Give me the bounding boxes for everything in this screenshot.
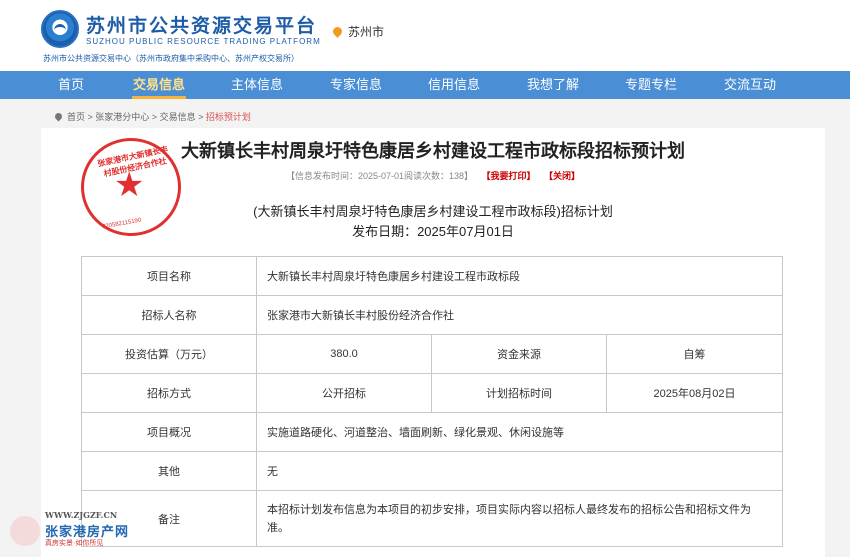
- method-value: 公开招标: [256, 373, 432, 413]
- table-row: 招标人名称 张家港市大新镇长丰村股份经济合作社: [81, 295, 783, 335]
- method-label: 招标方式: [81, 373, 257, 413]
- breadcrumb-branch[interactable]: 张家港分中心: [95, 112, 149, 122]
- plan-time-label: 计划招标时间: [431, 373, 607, 413]
- print-button[interactable]: 【我要打印】: [482, 171, 536, 181]
- nav-item-trading-info[interactable]: 交易信息: [132, 71, 186, 99]
- site-header: 苏州市公共资源交易平台 SUZHOU PUBLIC RESOURCE TRADI…: [0, 0, 850, 71]
- table-row: 其他 无: [81, 451, 783, 491]
- table-row: 项目名称 大新镇长丰村周泉圩特色康居乡村建设工程市政标段: [81, 256, 783, 296]
- nav-item-expert-info[interactable]: 专家信息: [327, 71, 385, 99]
- site-title-en: SUZHOU PUBLIC RESOURCE TRADING PLATFORM: [86, 37, 321, 46]
- investment-label: 投资估算（万元）: [81, 334, 257, 374]
- logo-icon[interactable]: [41, 10, 79, 48]
- other-label: 其他: [81, 451, 257, 491]
- close-button[interactable]: 【关闭】: [544, 171, 580, 181]
- project-name-label: 项目名称: [81, 256, 257, 296]
- watermark-url: WWW.ZJGZF.CN: [45, 510, 118, 520]
- location-label: 苏州市: [348, 25, 385, 39]
- investment-value: 380.0: [256, 334, 432, 374]
- nav-item-credit-info[interactable]: 信用信息: [425, 71, 483, 99]
- breadcrumb-home[interactable]: 首页: [67, 112, 85, 122]
- nav-item-special-topics[interactable]: 专题专栏: [622, 71, 680, 99]
- plan-time-value: 2025年08月02日: [606, 373, 783, 413]
- tenderer-value: 张家港市大新镇长丰村股份经济合作社: [256, 295, 783, 335]
- nav-item-entity-info[interactable]: 主体信息: [228, 71, 286, 99]
- plan-subtitle: (大新镇长丰村周泉圩特色康居乡村建设工程市政标段)招标计划: [253, 204, 613, 219]
- nav-item-learn-more[interactable]: 我想了解: [524, 71, 582, 99]
- star-icon: ★: [114, 166, 145, 204]
- project-name-value: 大新镇长丰村周泉圩特色康居乡村建设工程市政标段: [256, 256, 783, 296]
- site-subtitle: 苏州市公共资源交易中心（苏州市政府集中采购中心、苏州产权交易所）: [43, 54, 299, 63]
- location-pin-icon: [331, 25, 344, 38]
- breadcrumb-current[interactable]: 招标预计划: [206, 112, 251, 122]
- other-value: 无: [256, 451, 783, 491]
- overview-value: 实施道路硬化、河道整治、墙面刷新、绿化景观、休闲设施等: [256, 412, 783, 452]
- fund-source-value: 自筹: [606, 334, 783, 374]
- watermark-slogan: 真房实景·如你所见: [45, 540, 104, 547]
- breadcrumb: 首页 > 张家港分中心 > 交易信息 > 招标预计划: [53, 110, 251, 123]
- table-row: 项目概况 实施道路硬化、河道整治、墙面刷新、绿化景观、休闲设施等: [81, 412, 783, 452]
- publish-info: 【信息发布时间：2025-07-01阅读次数：138】: [285, 171, 473, 181]
- table-row: 备注 本招标计划发布信息为本项目的初步安排，项目实际内容以招标人最终发布的招标公…: [81, 490, 783, 547]
- nav-item-home[interactable]: 首页: [45, 71, 97, 99]
- plan-table: 项目名称 大新镇长丰村周泉圩特色康居乡村建设工程市政标段 招标人名称 张家港市大…: [81, 256, 783, 547]
- location-selector[interactable]: 苏州市: [331, 23, 385, 40]
- breadcrumb-trading-info[interactable]: 交易信息: [160, 112, 196, 122]
- article-container: 大新镇长丰村周泉圩特色康居乡村建设工程市政标段招标预计划 【信息发布时间：202…: [41, 128, 825, 557]
- overview-label: 项目概况: [81, 412, 257, 452]
- site-title[interactable]: 苏州市公共资源交易平台: [86, 11, 317, 38]
- nav-item-communication[interactable]: 交流互动: [721, 71, 779, 99]
- tenderer-label: 招标人名称: [81, 295, 257, 335]
- watermark-logo-icon: [10, 516, 40, 546]
- fund-source-label: 资金来源: [431, 334, 607, 374]
- table-row: 招标方式 公开招标 计划招标时间 2025年08月02日: [81, 373, 783, 413]
- remark-value: 本招标计划发布信息为本项目的初步安排，项目实际内容以招标人最终发布的招标公告和招…: [256, 490, 783, 547]
- watermark: WWW.ZJGZF.CN 张家港房产网 真房实景·如你所见: [10, 508, 150, 553]
- table-row: 投资估算（万元） 380.0 资金来源 自筹: [81, 334, 783, 374]
- main-nav: 首页 交易信息 主体信息 专家信息 信用信息 我想了解 专题专栏 交流互动: [0, 71, 850, 99]
- publish-date: 发布日期：2025年07月01日: [352, 224, 514, 239]
- location-pin-icon: [53, 111, 64, 122]
